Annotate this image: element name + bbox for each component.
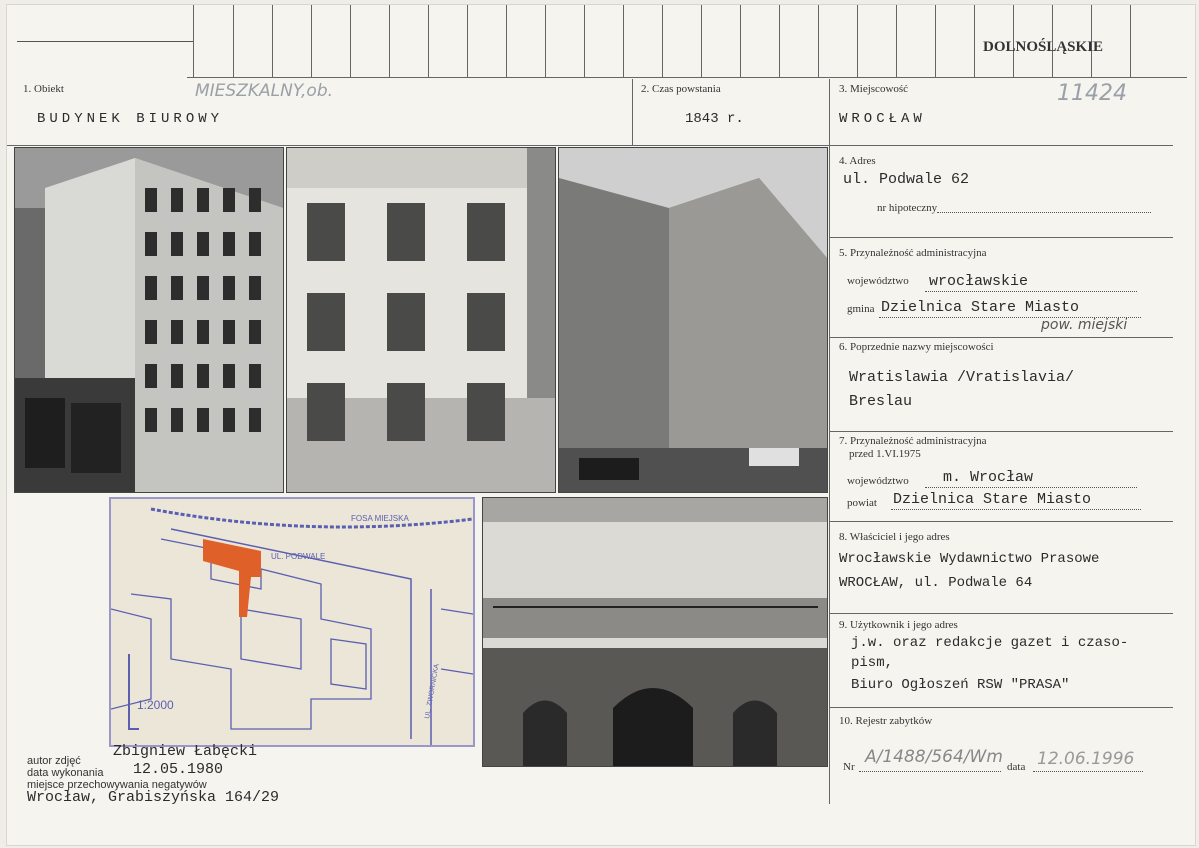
gmina-label: gmina [847,303,875,315]
uzytkownik-line1: j.w. oraz redakcje gazet i czaso- [851,635,1129,651]
gmina-value: Dzielnica Stare Miasto [881,299,1080,316]
wojewodztwo-przed-label: województwo [847,475,909,487]
hipoteczny-label: nr hipoteczny [877,202,938,214]
rejestr-nr-label: Nr [843,761,855,773]
uzytkownik-label: 9. Użytkownik i jego adres [839,619,958,631]
wlasciciel-label: 8. Właściciel i jego adres [839,531,950,543]
przynaleznosc-przed-date: przed 1.VI.1975 [849,448,921,460]
wlasciciel-line2: WROCŁAW, ul. Podwale 64 [839,575,1033,591]
wojewodztwo-value: wrocławskie [929,273,1029,290]
rejestr-data-label: data [1007,761,1026,773]
powiat-value: Dzielnica Stare Miasto [893,491,1092,508]
map-street-fosa: FOSA MIEJSKA [351,514,409,523]
uzytkownik-line2: pism, [851,655,894,671]
map-street-podwale: UL. PODWALE [271,552,325,561]
data-wykonania-label: data wykonania [27,767,104,779]
miejsce-value: Wrocław, Grabiszyńska 164/29 [27,789,280,806]
poprzednie-label: 6. Poprzednie nazwy miejscowości [839,341,994,353]
photo-facade-balcony [286,147,556,493]
przynaleznosc-label: 5. Przynależność administracyjna [839,247,987,259]
autor-value: Zbigniew Łabęcki [113,743,258,760]
adres-label: 4. Adres [839,155,876,167]
photo-courtyard [14,147,284,493]
cadastral-map: UL. PODWALE FOSA MIEJSKA UL. ZWORNICKA 1… [109,497,475,747]
top-grid: DOLNOŚLĄSKIE [7,5,1195,79]
przynaleznosc-przed-label: 7. Przynależność administracyjna [839,435,987,447]
photo-entrance-balcony [482,497,828,767]
obiekt-hand-note: MIESZKALNY,ob. [195,81,334,101]
przynaleznosc-hand-note: pow. miejski [1041,317,1128,333]
czas-label: 2. Czas powstania [641,83,721,95]
map-scale: 1:2000 [137,698,174,712]
rejestr-label: 10. Rejestr zabytków [839,715,933,727]
wojewodztwo-przed-value: m. Wrocław [943,469,1034,486]
data-wykonania-value: 12.05.1980 [133,761,224,778]
region-stamp: DOLNOŚLĄSKIE [983,39,1104,55]
adres-value: ul. Podwale 62 [843,171,970,188]
rejestr-nr-value: A/1488/564/Wm [865,747,1003,767]
wojewodztwo-label: województwo [847,275,909,287]
autor-label: autor zdjęć [27,755,81,767]
miejscowosc-label: 3. Miejscowość [839,83,909,95]
poprzednie-line1: Wratislawia /Vratislavia/ [849,369,1075,386]
rejestr-data-value: 12.06.1996 [1037,749,1135,769]
wlasciciel-line1: Wrocławskie Wydawnictwo Prasowe [839,551,1100,567]
record-card: DOLNOŚLĄSKIE 1. Obiekt BUDYNEK BIUROWY M… [6,4,1196,846]
czas-value: 1843 r. [685,111,744,127]
photo-street-view [558,147,828,493]
inventory-number-hand: 11424 [1057,81,1127,106]
obiekt-value: BUDYNEK BIUROWY [37,111,224,127]
miejscowosc-value: WROCŁAW [839,111,926,127]
powiat-label: powiat [847,497,877,509]
poprzednie-line2: Breslau [849,393,913,410]
obiekt-label: 1. Obiekt [23,83,64,95]
uzytkownik-line3: Biuro Ogłoszeń RSW "PRASA" [851,677,1070,693]
